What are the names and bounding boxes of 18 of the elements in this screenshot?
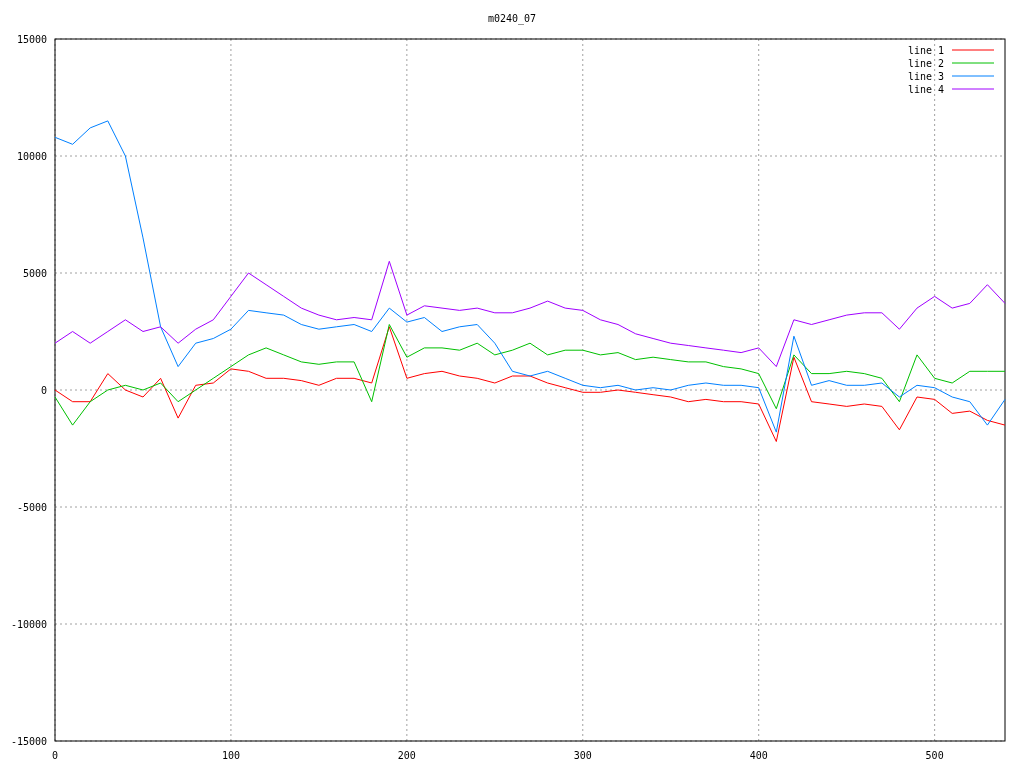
legend-label: line 1 xyxy=(907,45,944,56)
chart-title: m0240_07 xyxy=(487,13,537,24)
legend-label: line 2 xyxy=(907,58,944,69)
y-tick-label: 5000 xyxy=(22,268,47,279)
y-tick-label: 15000 xyxy=(16,34,47,45)
y-tick-label: -10000 xyxy=(10,619,47,630)
legend-label: line 3 xyxy=(907,71,944,82)
y-tick-label: 0 xyxy=(40,385,47,396)
x-tick-label: 200 xyxy=(397,750,416,761)
y-tick-label: -15000 xyxy=(10,736,47,747)
x-tick-label: 500 xyxy=(925,750,944,761)
x-tick-label: 400 xyxy=(749,750,768,761)
y-tick-label: 10000 xyxy=(16,151,47,162)
x-tick-label: 300 xyxy=(573,750,592,761)
x-tick-label: 0 xyxy=(52,750,58,761)
y-tick-label: -5000 xyxy=(16,502,47,513)
x-tick-label: 100 xyxy=(221,750,240,761)
legend-label: line 4 xyxy=(907,84,944,95)
